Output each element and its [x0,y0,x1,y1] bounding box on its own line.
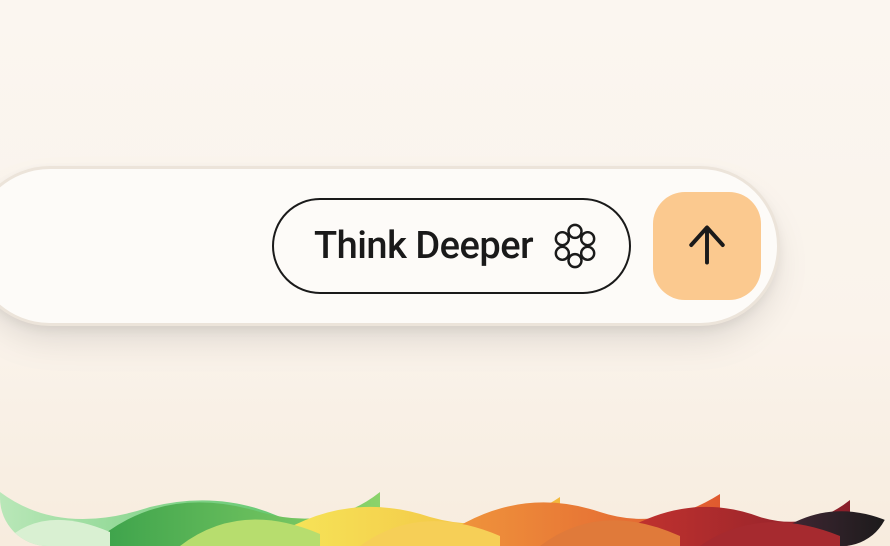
think-deeper-label: Think Deeper [314,224,533,268]
wallpaper-rainbow [0,482,890,546]
copilot-flower-icon [549,220,601,272]
think-deeper-button[interactable]: Think Deeper [272,198,631,294]
chat-input-bar[interactable]: Think Deeper [0,166,780,326]
arrow-up-icon [679,217,735,276]
submit-button[interactable] [653,192,761,300]
